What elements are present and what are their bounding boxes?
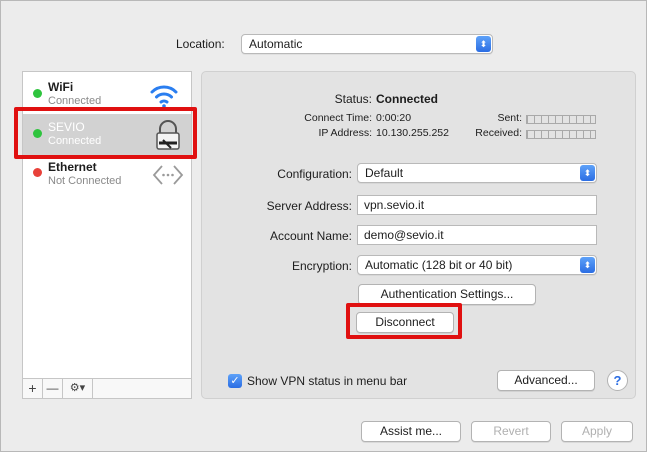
configuration-label: Configuration:: [277, 167, 352, 181]
ip-address-label: IP Address:: [318, 127, 372, 139]
highlight-box-sevio: [14, 107, 197, 159]
add-service-button[interactable]: +: [23, 379, 43, 398]
chevron-updown-icon: ⬍: [580, 257, 595, 273]
configuration-value: Default: [365, 166, 404, 180]
vpn-detail-panel: Status: Connected Connect Time: 0:00:20 …: [201, 71, 636, 399]
advanced-button[interactable]: Advanced...: [497, 370, 595, 391]
status-dot-green: [33, 89, 42, 98]
service-status: Connected: [48, 95, 102, 107]
revert-button[interactable]: Revert: [471, 421, 551, 442]
server-address-label: Server Address:: [266, 199, 352, 213]
location-label: Location:: [176, 37, 225, 51]
account-name-label: Account Name:: [269, 229, 352, 243]
sent-meter: [526, 112, 596, 126]
service-item-ethernet[interactable]: Ethernet Not Connected: [23, 156, 191, 198]
chevron-updown-icon: ⬍: [580, 165, 595, 181]
authentication-settings-button[interactable]: Authentication Settings...: [358, 284, 536, 305]
apply-button[interactable]: Apply: [561, 421, 633, 442]
received-meter: [526, 127, 596, 141]
server-address-field[interactable]: vpn.sevio.it: [357, 195, 597, 215]
service-name: Ethernet: [48, 160, 97, 174]
assist-me-button[interactable]: Assist me...: [361, 421, 461, 442]
gear-icon: ⚙▾: [69, 382, 86, 394]
status-dot-red: [33, 168, 42, 177]
gear-menu-button[interactable]: ⚙▾: [63, 379, 93, 398]
chevron-updown-icon: ⬍: [476, 36, 491, 52]
service-status: Not Connected: [48, 175, 122, 187]
encryption-popup[interactable]: Automatic (128 bit or 40 bit) ⬍: [357, 255, 597, 275]
status-label: Status:: [334, 92, 372, 106]
received-label: Received:: [475, 127, 522, 139]
network-preferences-window: Location: Automatic ⬍ WiFi Connected SEV…: [0, 0, 647, 452]
ip-address-value: 10.130.255.252: [376, 127, 449, 139]
ethernet-icon: [152, 165, 184, 185]
connect-time-label: Connect Time:: [304, 112, 372, 124]
show-vpn-status-label: Show VPN status in menu bar: [247, 374, 408, 388]
encryption-value: Automatic (128 bit or 40 bit): [365, 258, 513, 272]
account-name-field[interactable]: demo@sevio.it: [357, 225, 597, 245]
show-vpn-status-checkbox[interactable]: ✓: [228, 374, 242, 388]
location-popup[interactable]: Automatic ⬍: [241, 34, 493, 54]
sent-label: Sent:: [497, 112, 522, 124]
help-button[interactable]: ?: [607, 370, 628, 391]
configuration-popup[interactable]: Default ⬍: [357, 163, 597, 183]
encryption-label: Encryption:: [291, 259, 352, 273]
location-value: Automatic: [249, 37, 303, 51]
status-value: Connected: [376, 92, 439, 106]
connect-time-value: 0:00:20: [376, 112, 412, 124]
service-list-toolbar: + — ⚙▾: [23, 378, 191, 398]
service-name: WiFi: [48, 80, 74, 94]
remove-service-button[interactable]: —: [43, 379, 63, 398]
highlight-box-disconnect: [346, 303, 462, 339]
